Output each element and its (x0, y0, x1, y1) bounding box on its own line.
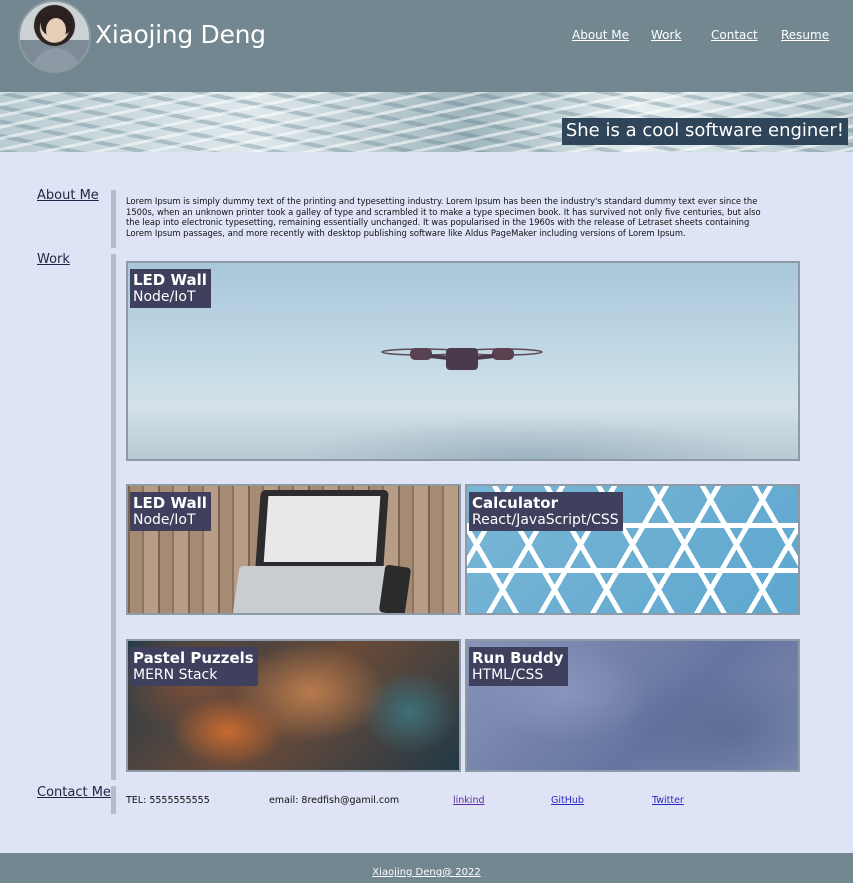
drone-image (381, 348, 543, 370)
project-title: Calculator (472, 494, 558, 512)
nav-link-resume[interactable]: Resume (781, 28, 829, 42)
site-header: Xiaojing Deng About Me Work Contact Resu… (0, 0, 853, 92)
hero-tagline: She is a cool software enginer! (561, 118, 848, 145)
nav-link-about-me[interactable]: About Me (572, 28, 629, 42)
project-tile[interactable]: LED Wall Node/IoT (126, 484, 461, 615)
section-divider (111, 786, 116, 814)
project-stack: React/JavaScript/CSS (472, 512, 619, 528)
project-tile[interactable]: Calculator React/JavaScript/CSS (465, 484, 800, 615)
nav-link-contact[interactable]: Contact (711, 28, 758, 42)
section-heading-about-me[interactable]: About Me (37, 188, 99, 203)
hero-banner: She is a cool software enginer! (0, 92, 853, 152)
project-title: LED Wall (133, 271, 207, 289)
project-tile[interactable]: Run Buddy HTML/CSS (465, 639, 800, 772)
project-stack: MERN Stack (133, 667, 218, 683)
section-divider (111, 254, 116, 780)
site-footer: Xiaojing Deng@ 2022 (0, 853, 853, 883)
laptop-image (255, 490, 389, 570)
project-stack: HTML/CSS (472, 667, 544, 683)
twitter-link[interactable]: Twitter (652, 795, 684, 806)
project-title: Run Buddy (472, 649, 564, 667)
project-caption: LED Wall Node/IoT (130, 492, 211, 531)
project-title: Pastel Puzzels (133, 649, 254, 667)
linkedin-link[interactable]: linkind (453, 795, 485, 806)
footer-copyright-link[interactable]: Xiaojing Deng@ 2022 (0, 867, 853, 878)
section-divider (111, 190, 116, 248)
project-title: LED Wall (133, 494, 207, 512)
contact-phone: TEL: 5555555555 (126, 795, 210, 806)
contact-email: email: 8redfish@gamil.com (269, 795, 400, 806)
about-paragraph: Lorem Ipsum is simply dummy text of the … (126, 196, 761, 238)
project-stack: Node/IoT (133, 289, 196, 305)
project-tile[interactable]: Pastel Puzzels MERN Stack (126, 639, 461, 772)
phone-image (378, 564, 412, 613)
nav-link-work[interactable]: Work (651, 28, 681, 42)
section-heading-contact-me[interactable]: Contact Me (37, 785, 111, 800)
project-caption: Pastel Puzzels MERN Stack (130, 647, 258, 686)
project-caption: Calculator React/JavaScript/CSS (469, 492, 623, 531)
main-nav: About Me Work Contact Resume (0, 28, 853, 48)
section-heading-work[interactable]: Work (37, 252, 70, 267)
project-stack: Node/IoT (133, 512, 196, 528)
github-link[interactable]: GitHub (551, 795, 584, 806)
project-caption: LED Wall Node/IoT (130, 269, 211, 308)
project-caption: Run Buddy HTML/CSS (469, 647, 568, 686)
